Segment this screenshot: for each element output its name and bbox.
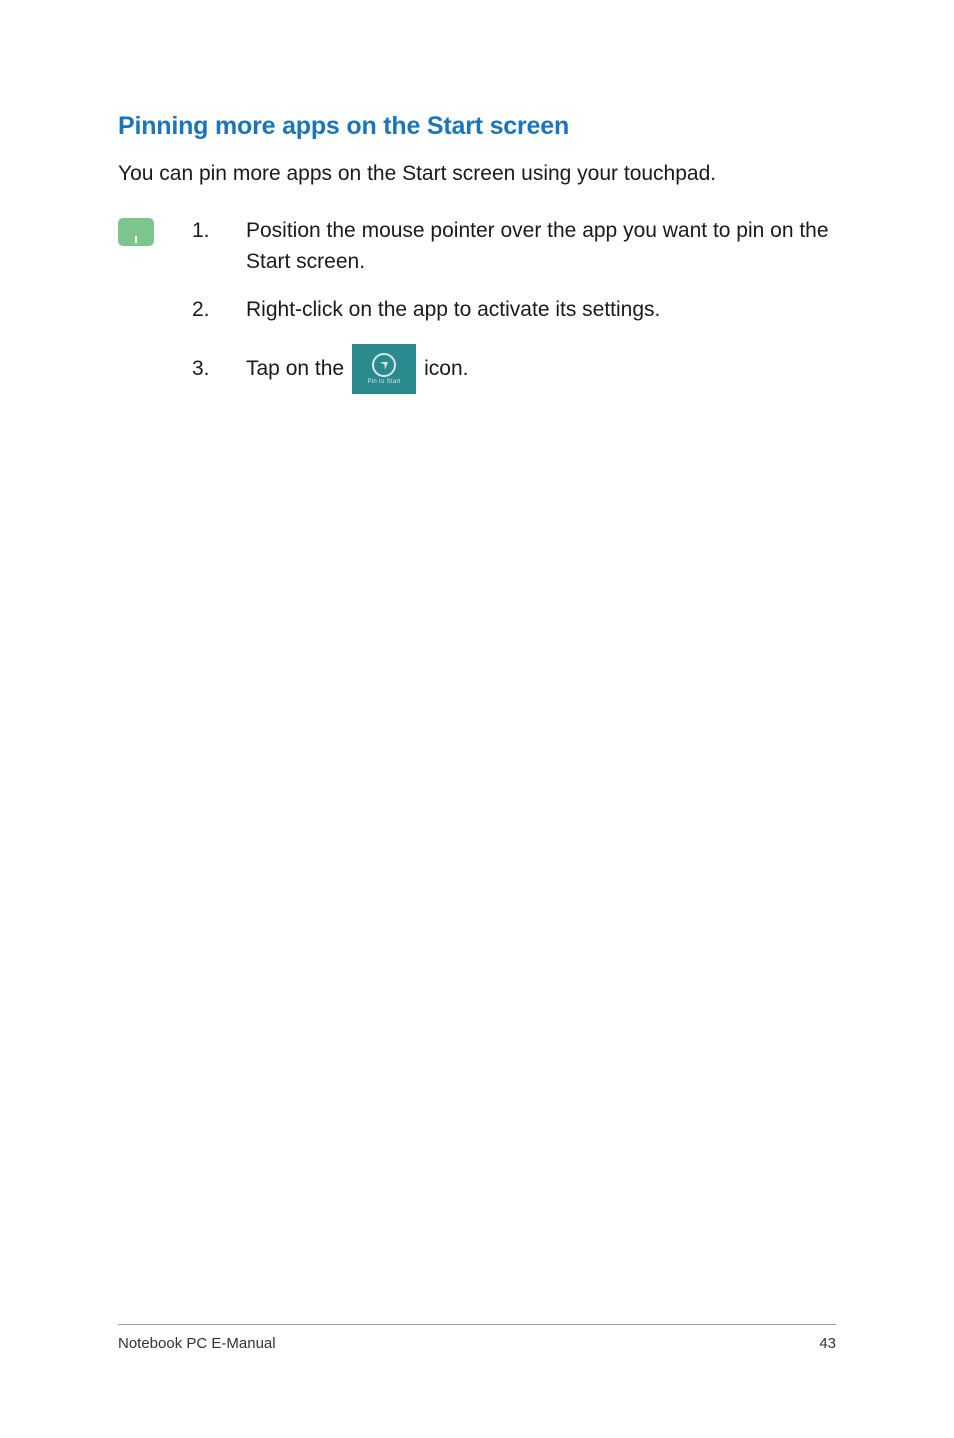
pin-circle-icon bbox=[372, 353, 396, 377]
step-inline-content: Tap on the Pin to Start icon. bbox=[246, 344, 468, 394]
page-number: 43 bbox=[819, 1335, 836, 1352]
page-footer: Notebook PC E-Manual 43 bbox=[118, 1324, 836, 1352]
steps-list: 1. Position the mouse pointer over the a… bbox=[192, 216, 836, 393]
touchpad-icon-column bbox=[118, 216, 154, 393]
step-text: Position the mouse pointer over the app … bbox=[246, 216, 836, 277]
pin-to-start-icon: Pin to Start bbox=[352, 344, 416, 394]
step-item: 1. Position the mouse pointer over the a… bbox=[192, 216, 836, 277]
pin-icon-label: Pin to Start bbox=[367, 379, 400, 385]
step-text: Right-click on the app to activate its s… bbox=[246, 295, 836, 325]
section-heading: Pinning more apps on the Start screen bbox=[118, 112, 836, 141]
touchpad-icon bbox=[118, 218, 154, 246]
steps-container: 1. Position the mouse pointer over the a… bbox=[118, 216, 836, 393]
step-item: 2. Right-click on the app to activate it… bbox=[192, 295, 836, 325]
page-content: Pinning more apps on the Start screen Yo… bbox=[0, 0, 954, 394]
step-number: 3. bbox=[192, 357, 214, 381]
step-number: 1. bbox=[192, 216, 214, 277]
step-item: 3. Tap on the Pin to Start icon. bbox=[192, 344, 836, 394]
footer-title: Notebook PC E-Manual bbox=[118, 1335, 276, 1352]
step-number: 2. bbox=[192, 295, 214, 325]
step-text-before: Tap on the bbox=[246, 357, 344, 381]
intro-text: You can pin more apps on the Start scree… bbox=[118, 159, 836, 188]
step-text-after: icon. bbox=[424, 357, 468, 381]
